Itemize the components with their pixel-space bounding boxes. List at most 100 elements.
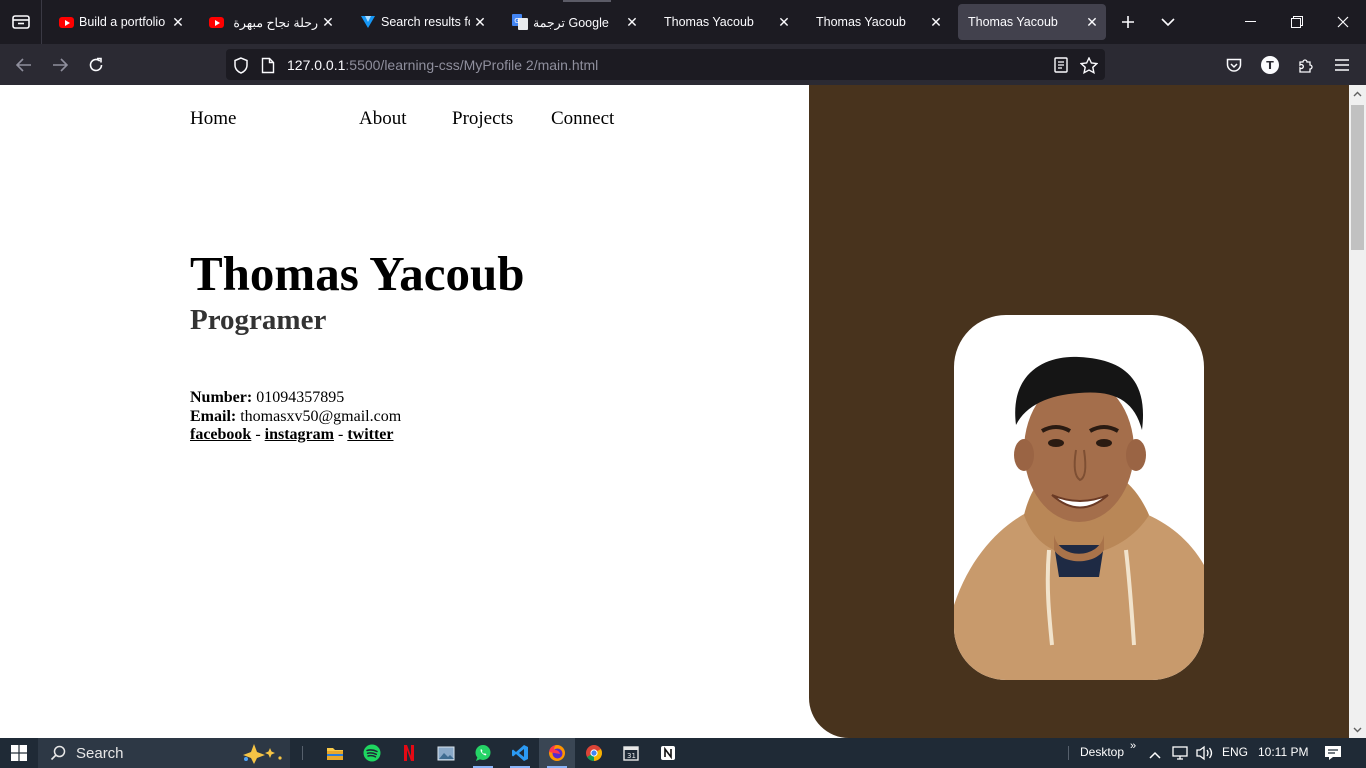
email-row: Email: thomasxv50@gmail.com [190, 408, 401, 427]
minimize-icon [1245, 21, 1256, 22]
arrow-right-icon [53, 58, 68, 72]
network-icon [1172, 746, 1188, 760]
tab-1[interactable]: رحلة نجاح مبهرة ✕ [200, 4, 342, 40]
twitter-link[interactable]: twitter [347, 426, 393, 443]
firefox-view-button[interactable] [0, 0, 42, 44]
desktop-toolbar-label[interactable]: Desktop [1080, 745, 1124, 759]
tab-title: Thomas Yacoub [664, 15, 754, 29]
tab-title: Thomas Yacoub [816, 15, 906, 29]
instagram-link[interactable]: instagram [265, 426, 334, 443]
tab-5[interactable]: Thomas Yacoub ✕ [808, 4, 950, 40]
tab-4[interactable]: Thomas Yacoub ✕ [656, 4, 798, 40]
new-tab-button[interactable] [1114, 8, 1142, 36]
photos-button[interactable] [428, 738, 464, 768]
scroll-down-arrow[interactable] [1349, 721, 1366, 738]
extensions-button[interactable] [1291, 50, 1321, 80]
bookmark-star-icon[interactable] [1080, 56, 1098, 74]
whatsapp-button[interactable] [465, 738, 501, 768]
photos-icon [437, 746, 455, 760]
firefox-view-icon [11, 15, 30, 29]
calendar-button[interactable]: 31 [613, 738, 649, 768]
tab-title: Thomas Yacoub [968, 15, 1058, 29]
network-button[interactable] [1172, 745, 1190, 765]
taskbar-search[interactable]: Search [38, 738, 290, 768]
nav-link-projects[interactable]: Projects [452, 108, 513, 130]
reload-button[interactable] [81, 50, 111, 80]
chrome-icon [586, 745, 602, 761]
hamburger-icon [1335, 59, 1349, 71]
firefox-icon [549, 745, 565, 761]
tab-title: Search results for [381, 15, 470, 29]
pocket-button[interactable] [1219, 50, 1249, 80]
nav-link-home[interactable]: Home [190, 108, 236, 130]
scroll-thumb[interactable] [1351, 105, 1364, 250]
firefox-button[interactable] [539, 738, 575, 768]
sparkle-icon [243, 744, 282, 764]
tab-3[interactable]: G ترجمة Google ✕ [504, 4, 646, 40]
whatsapp-icon [475, 745, 491, 761]
profile-panel [809, 85, 1349, 738]
reload-icon [89, 57, 103, 72]
facebook-link[interactable]: facebook [190, 426, 251, 443]
tab-6-active[interactable]: Thomas Yacoub ✕ [958, 4, 1106, 40]
nav-link-connect[interactable]: Connect [551, 108, 614, 130]
forward-button[interactable] [45, 50, 75, 80]
menu-button[interactable] [1327, 50, 1357, 80]
minimize-button[interactable] [1228, 0, 1274, 44]
reader-view-icon[interactable] [1052, 56, 1070, 74]
shield-icon[interactable] [232, 56, 250, 74]
nav-link-about[interactable]: About [359, 108, 407, 130]
netflix-button[interactable] [391, 738, 427, 768]
page-icon[interactable] [259, 56, 277, 74]
folder-icon [327, 747, 343, 760]
spotify-button[interactable] [354, 738, 390, 768]
close-icon[interactable]: ✕ [472, 14, 488, 30]
close-icon[interactable]: ✕ [1084, 14, 1100, 30]
close-window-button[interactable] [1320, 0, 1366, 44]
file-explorer-button[interactable] [317, 738, 353, 768]
close-icon[interactable]: ✕ [624, 14, 640, 30]
person-portrait [954, 356, 1204, 680]
chevron-down-icon [1353, 727, 1362, 732]
avatar: T [1261, 56, 1279, 74]
page-scrollbar[interactable] [1349, 85, 1366, 738]
clock[interactable]: 10:11 PM [1258, 745, 1308, 759]
tab-0[interactable]: Build a portfolio w ✕ [50, 4, 192, 40]
tab-title: رحلة نجاح مبهرة [233, 15, 318, 30]
back-button[interactable] [9, 50, 39, 80]
chrome-button[interactable] [576, 738, 612, 768]
windows-taskbar: Search 31 Desktop » ENG 10:11 PM [0, 738, 1366, 768]
profile-role: Programer [190, 304, 327, 336]
scroll-up-arrow[interactable] [1349, 85, 1366, 102]
url-host: 127.0.0.1 [287, 57, 346, 73]
tab-title: ترجمة Google [533, 15, 609, 30]
spotify-icon [363, 744, 381, 762]
chevron-up-icon [1353, 91, 1362, 96]
start-button[interactable] [0, 738, 37, 768]
contact-info: Number: 01094357895 Email: thomasxv50@gm… [190, 389, 401, 445]
web-page: Home About Projects Connect Thomas Yacou… [0, 85, 1349, 738]
notifications-button[interactable] [1324, 745, 1342, 765]
volume-button[interactable] [1196, 745, 1214, 765]
close-icon[interactable]: ✕ [170, 14, 186, 30]
restore-button[interactable] [1274, 0, 1320, 44]
url-bar[interactable]: 127.0.0.1:5500/learning-css/MyProfile 2/… [226, 49, 1105, 80]
vuetify-icon [360, 14, 376, 30]
vscode-button[interactable] [502, 738, 538, 768]
tab-2[interactable]: Search results for ✕ [352, 4, 494, 40]
notion-button[interactable] [650, 738, 686, 768]
email-label: Email: [190, 407, 237, 425]
search-icon [50, 745, 66, 761]
link-separator: - [255, 426, 261, 443]
close-icon[interactable]: ✕ [776, 14, 792, 30]
chevron-down-icon [1161, 18, 1175, 27]
show-hidden-icons-button[interactable] [1148, 746, 1162, 765]
url-text[interactable]: 127.0.0.1:5500/learning-css/MyProfile 2/… [287, 57, 598, 73]
list-all-tabs-button[interactable] [1154, 8, 1182, 36]
chevrons-right-icon[interactable]: » [1130, 740, 1136, 752]
close-icon [1337, 16, 1349, 28]
language-indicator[interactable]: ENG [1222, 745, 1248, 759]
account-button[interactable]: T [1255, 50, 1285, 80]
close-icon[interactable]: ✕ [928, 14, 944, 30]
close-icon[interactable]: ✕ [320, 14, 336, 30]
